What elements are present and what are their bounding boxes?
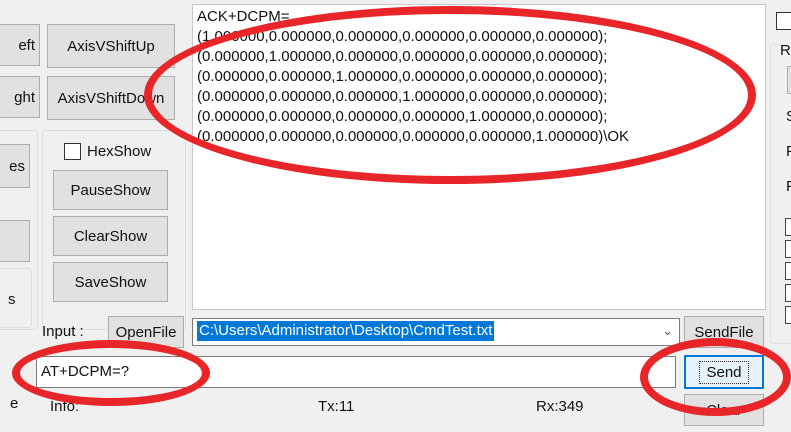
send-button[interactable]: Send	[684, 355, 764, 389]
info-label: Info:	[50, 398, 80, 415]
tx-count: Tx:11	[318, 398, 355, 415]
clear-show-button[interactable]: ClearShow	[53, 216, 168, 256]
axis-v-shift-down-button[interactable]: AxisVShiftDown	[47, 76, 175, 120]
input-label: Input :	[42, 323, 84, 340]
left-subgroup-box	[0, 268, 32, 328]
clear-count-button[interactable]: Clear	[684, 394, 764, 426]
right-field-4[interactable]	[785, 284, 791, 302]
side-bottom-label: e	[10, 395, 19, 412]
save-show-button[interactable]: SaveShow	[53, 262, 168, 302]
axis-right-button[interactable]: ght	[0, 76, 40, 118]
right-letter-2: F	[786, 143, 791, 160]
side-label: s	[8, 291, 16, 308]
side-button[interactable]: es	[0, 144, 30, 188]
right-field-5[interactable]	[785, 306, 791, 324]
send-file-button[interactable]: SendFile	[684, 316, 764, 348]
pause-show-button[interactable]: PauseShow	[53, 170, 168, 210]
axis-left-button[interactable]: eft	[0, 24, 40, 66]
hexshow-label: HexShow	[87, 143, 152, 160]
right-field-1[interactable]	[785, 218, 791, 236]
side-button-2[interactable]	[0, 220, 30, 262]
receive-log-textarea[interactable]: ACK+DCPM= (1.000000,0.000000,0.000000,0.…	[192, 4, 766, 310]
hexshow-checkbox[interactable]: HexShow	[64, 143, 151, 160]
chevron-down-icon[interactable]: ⌄	[662, 323, 673, 339]
file-path-text: C:\Users\Administrator\Desktop\CmdTest.t…	[197, 321, 495, 341]
checkbox-box	[64, 143, 81, 160]
right-field-2[interactable]	[785, 240, 791, 258]
open-file-button[interactable]: OpenFile	[108, 316, 184, 348]
axis-v-shift-up-button[interactable]: AxisVShiftUp	[47, 24, 175, 68]
right-group-letter: R	[779, 42, 791, 59]
command-input[interactable]: AT+DCPM=?	[36, 356, 676, 388]
right-checkbox[interactable]	[776, 12, 791, 30]
right-field-3[interactable]	[785, 262, 791, 280]
right-button[interactable]	[787, 66, 791, 94]
right-letter-3: F	[786, 178, 791, 195]
file-path-combobox[interactable]: C:\Users\Administrator\Desktop\CmdTest.t…	[192, 318, 680, 346]
rx-count: Rx:349	[536, 398, 584, 415]
right-letter-1: S	[786, 108, 791, 125]
